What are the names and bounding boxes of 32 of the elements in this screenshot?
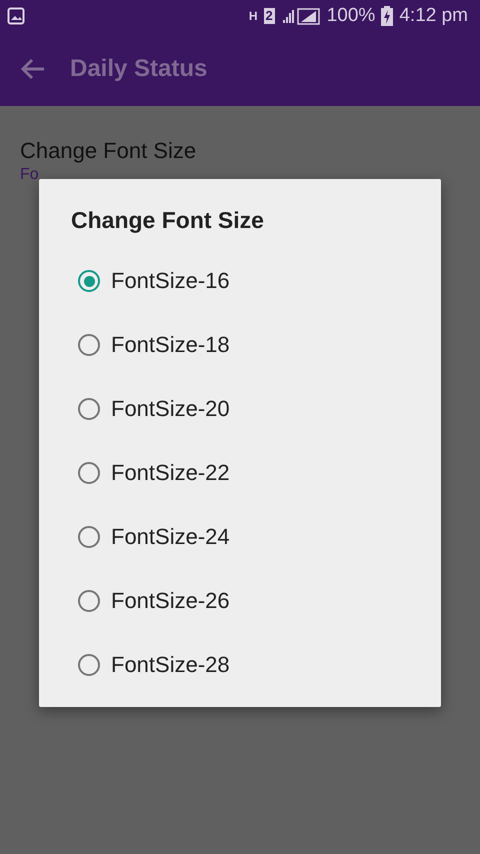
battery-charging-icon bbox=[381, 6, 394, 26]
clock: 4:12 pm bbox=[399, 5, 468, 27]
option-label: FontSize-24 bbox=[111, 524, 230, 550]
radio-button[interactable] bbox=[78, 654, 100, 676]
font-size-option[interactable]: FontSize-20 bbox=[39, 377, 441, 441]
preference-summary: Fo bbox=[20, 166, 40, 184]
back-arrow-icon[interactable] bbox=[20, 58, 46, 80]
font-size-option[interactable]: FontSize-22 bbox=[39, 441, 441, 505]
font-size-option[interactable]: FontSize-24 bbox=[39, 505, 441, 569]
image-icon bbox=[7, 7, 25, 25]
radio-button[interactable] bbox=[78, 590, 100, 612]
app-title: Daily Status bbox=[70, 55, 208, 83]
battery-percent: 100% bbox=[326, 5, 376, 27]
option-label: FontSize-20 bbox=[111, 396, 230, 422]
option-label: FontSize-16 bbox=[111, 268, 230, 294]
radio-button[interactable] bbox=[78, 526, 100, 548]
sim-badge: 2 bbox=[264, 8, 275, 24]
font-size-option[interactable]: FontSize-18 bbox=[39, 313, 441, 377]
font-size-option[interactable]: FontSize-28 bbox=[39, 633, 441, 697]
radio-button[interactable] bbox=[78, 270, 100, 292]
radio-button[interactable] bbox=[78, 462, 100, 484]
dialog-title: Change Font Size bbox=[70, 207, 265, 234]
option-label: FontSize-28 bbox=[111, 652, 230, 678]
radio-button[interactable] bbox=[78, 334, 100, 356]
option-label: FontSize-22 bbox=[111, 460, 230, 486]
radio-button[interactable] bbox=[78, 398, 100, 420]
font-size-option[interactable]: FontSize-26 bbox=[39, 569, 441, 633]
option-label: FontSize-26 bbox=[111, 588, 230, 614]
font-size-option[interactable]: FontSize-16 bbox=[39, 249, 441, 313]
network-type: H bbox=[248, 9, 258, 23]
signal-icon bbox=[280, 7, 321, 25]
option-label: FontSize-18 bbox=[111, 332, 230, 358]
